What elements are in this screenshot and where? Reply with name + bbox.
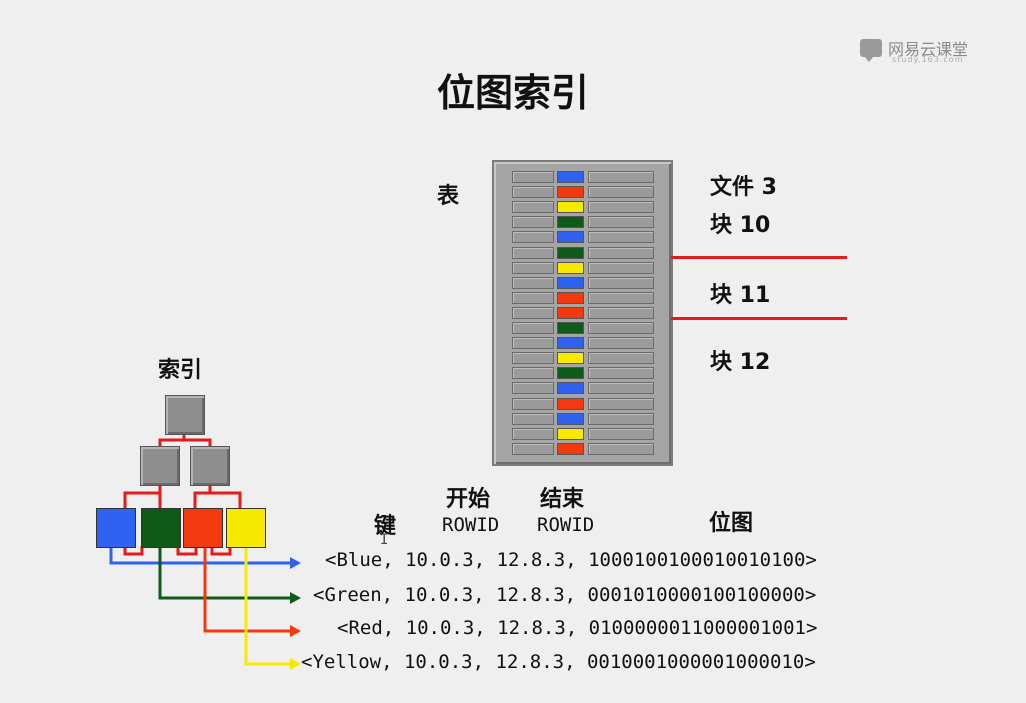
tree-connector bbox=[210, 491, 242, 508]
slide: 位图索引 网易云课堂 study.163.com 表 文件 3 块 10 块 1… bbox=[0, 0, 1026, 703]
index-leaf-blue bbox=[96, 508, 136, 548]
bitmap-entry-yellow: <Yellow, 10.0.3, 12.8.3, 001000100000100… bbox=[301, 651, 816, 673]
bitmap-entry-green: <Green, 10.0.3, 12.8.3, 0001010000100100… bbox=[313, 584, 817, 606]
start-rowid-header: ROWID bbox=[442, 514, 500, 536]
green-arrow-icon bbox=[290, 592, 301, 604]
index-root-node bbox=[165, 395, 205, 435]
tree-connector bbox=[158, 434, 186, 446]
index-leaf-yellow bbox=[226, 508, 266, 548]
index-leaf-green bbox=[141, 508, 181, 548]
yellow-arrow-icon bbox=[290, 658, 301, 670]
end-header: 结束 bbox=[540, 487, 585, 512]
end-rowid-header: ROWID bbox=[537, 514, 595, 536]
text-cursor-icon: I bbox=[380, 532, 389, 548]
blue-arrow-icon bbox=[290, 557, 301, 569]
index-leaf-red bbox=[183, 508, 223, 548]
tree-connector bbox=[193, 486, 212, 508]
red-arrow-icon bbox=[290, 625, 301, 637]
bitmap-header: 位图 bbox=[709, 511, 754, 536]
bitmap-entry-red: <Red, 10.0.3, 12.8.3, 010000001100000100… bbox=[337, 617, 818, 639]
tree-connector bbox=[123, 486, 162, 508]
index-branch-node bbox=[190, 446, 230, 486]
start-header: 开始 bbox=[446, 487, 491, 512]
index-branch-node bbox=[140, 446, 180, 486]
bitmap-entry-blue: <Blue, 10.0.3, 12.8.3, 10001001000100101… bbox=[325, 549, 817, 571]
